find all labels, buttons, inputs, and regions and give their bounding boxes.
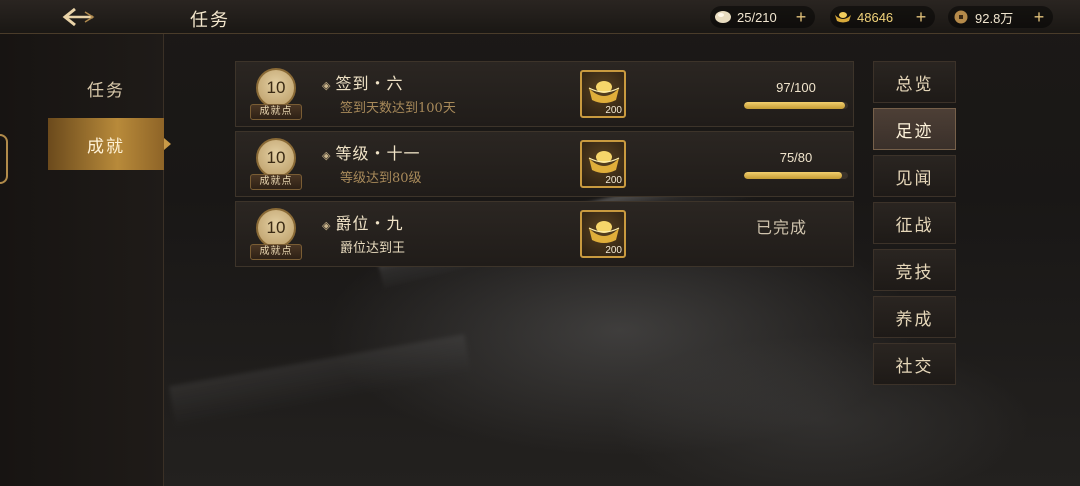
progress-fill bbox=[744, 102, 845, 109]
points-value: 10 bbox=[256, 68, 296, 108]
points-label: 成就点 bbox=[250, 244, 302, 260]
tab-arena[interactable]: 竞技 bbox=[873, 249, 956, 291]
diamond-bullet-icon: ◈ bbox=[322, 79, 332, 92]
reward-item[interactable]: 200 bbox=[580, 70, 626, 118]
tab-battle[interactable]: 征战 bbox=[873, 202, 956, 244]
task-title: ◈ 签到・六 bbox=[322, 70, 403, 94]
page-title: 任务 bbox=[190, 10, 230, 31]
achievement-points-badge: 10 成就点 bbox=[250, 68, 302, 122]
task-row: 10 成就点 ◈ 等级・十一 等级达到80级 200 75/80 bbox=[235, 131, 854, 197]
background-sheath bbox=[168, 334, 472, 426]
sidebar-item-achievements[interactable]: 成就 bbox=[48, 118, 171, 170]
gold-ingot-icon bbox=[588, 81, 620, 103]
task-title: ◈ 爵位・九 bbox=[322, 210, 403, 234]
task-description: 等级达到80级 bbox=[340, 171, 422, 186]
task-row: 10 成就点 ◈ 签到・六 签到天数达到100天 200 97/100 bbox=[235, 61, 854, 127]
add-stamina-button[interactable]: + bbox=[791, 7, 811, 27]
task-description: 签到天数达到100天 bbox=[340, 101, 456, 116]
progress-text: 97/100 bbox=[776, 80, 816, 95]
completed-status: 已完成 bbox=[756, 218, 808, 237]
gold-ingot-icon bbox=[835, 12, 851, 23]
progress-bar bbox=[744, 102, 848, 109]
task-row: 10 成就点 ◈ 爵位・九 爵位达到王 200 已完成 bbox=[235, 201, 854, 267]
resource-stamina: 25/210 + bbox=[710, 6, 815, 28]
progress-fill bbox=[744, 172, 842, 179]
reward-quantity: 200 bbox=[605, 245, 622, 256]
gold-ingot-icon bbox=[588, 151, 620, 173]
sidebar: 任务 成就 bbox=[0, 34, 171, 486]
back-arrow-icon bbox=[62, 7, 95, 27]
task-title-text: 爵位・九 bbox=[335, 214, 404, 233]
points-value: 10 bbox=[256, 208, 296, 248]
task-title-text: 等级・十一 bbox=[335, 144, 421, 163]
points-label: 成就点 bbox=[250, 174, 302, 190]
reward-item[interactable]: 200 bbox=[580, 210, 626, 258]
points-value: 10 bbox=[256, 138, 296, 178]
reward-quantity: 200 bbox=[605, 175, 622, 186]
tab-overview[interactable]: 总览 bbox=[873, 61, 956, 103]
tab-knowledge[interactable]: 见闻 bbox=[873, 155, 956, 197]
sidebar-item-tasks[interactable]: 任务 bbox=[48, 62, 164, 114]
progress-bar bbox=[744, 172, 848, 179]
diamond-bullet-icon: ◈ bbox=[322, 149, 332, 162]
achievement-points-badge: 10 成就点 bbox=[250, 208, 302, 262]
stamina-value: 25/210 bbox=[737, 9, 777, 25]
tab-footprints[interactable]: 足迹 bbox=[873, 108, 956, 150]
add-ingot-button[interactable]: + bbox=[911, 7, 931, 27]
resource-ingot: 48646 + bbox=[830, 6, 935, 28]
reward-quantity: 200 bbox=[605, 105, 622, 116]
coin-value: 92.8万 bbox=[975, 10, 1014, 26]
tab-cultivation[interactable]: 养成 bbox=[873, 296, 956, 338]
diamond-bullet-icon: ◈ bbox=[322, 219, 332, 232]
gold-ingot-icon bbox=[588, 221, 620, 243]
ingot-value: 48646 bbox=[857, 9, 894, 25]
sidebar-decoration bbox=[0, 134, 8, 184]
task-description: 爵位达到王 bbox=[340, 241, 406, 256]
reward-item[interactable]: 200 bbox=[580, 140, 626, 188]
resource-coin: 92.8万 + bbox=[948, 6, 1053, 28]
top-bar: 任务 25/210 + 48646 + 92.8万 + bbox=[0, 0, 1080, 34]
progress-text: 75/80 bbox=[779, 150, 813, 165]
points-label: 成就点 bbox=[250, 104, 302, 120]
copper-coin-icon bbox=[954, 10, 968, 24]
tab-social[interactable]: 社交 bbox=[873, 343, 956, 385]
task-title: ◈ 等级・十一 bbox=[322, 140, 420, 164]
task-title-text: 签到・六 bbox=[335, 74, 404, 93]
back-button[interactable] bbox=[58, 4, 98, 30]
add-coin-button[interactable]: + bbox=[1029, 7, 1049, 27]
achievement-points-badge: 10 成就点 bbox=[250, 138, 302, 192]
egg-icon bbox=[715, 11, 731, 23]
